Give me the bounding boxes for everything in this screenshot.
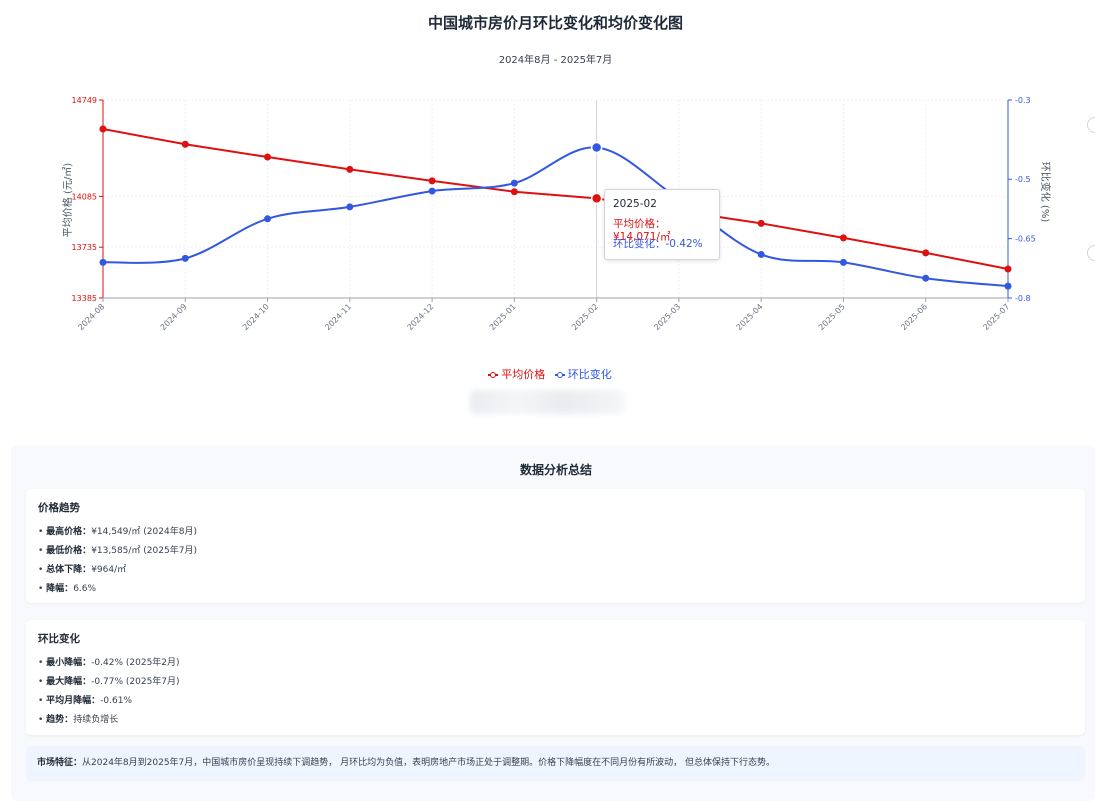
y-tick-label-right: -0.65 <box>1015 235 1036 244</box>
data-point-price <box>264 153 272 161</box>
y-axis-left-title: 平均价格 (元/㎡) <box>61 163 74 237</box>
data-point-price <box>346 165 354 173</box>
x-tick-label: 2024-08 <box>76 302 106 332</box>
summary-title: 数据分析总结 <box>519 463 592 477</box>
data-point-mom <box>181 254 189 262</box>
data-point-mom <box>757 250 765 258</box>
legend-item-price[interactable]: 平均价格 <box>488 366 545 382</box>
price-trend-card: 价格趋势 • 最高价格：¥14,549/㎡ (2024年8月) • 最低价格：¥… <box>26 489 1085 603</box>
data-point-price <box>181 140 189 148</box>
y-tick-label-left: 14749 <box>72 96 97 105</box>
list-item: • 最小降幅：-0.42% (2025年2月) <box>38 658 180 668</box>
y-tick-label-right: -0.3 <box>1015 96 1031 105</box>
data-point-price <box>839 234 847 242</box>
chart-subtitle: 2024年8月 - 2025年7月 <box>498 55 613 66</box>
data-point-price <box>510 188 518 196</box>
legend-label-price: 平均价格 <box>501 368 546 381</box>
data-point-mom <box>428 187 436 195</box>
data-point-price <box>757 219 765 227</box>
x-tick-label: 2024-10 <box>241 302 271 332</box>
y-tick-label-right: -0.8 <box>1015 294 1031 303</box>
x-tick-label: 2024-12 <box>405 302 435 332</box>
data-point-price <box>99 125 107 133</box>
x-tick-label: 2024-11 <box>323 302 353 332</box>
list-item: • 最低价格：¥13,585/㎡ (2025年7月) <box>38 546 197 556</box>
list-item: • 降幅：6.6% <box>38 584 97 594</box>
legend-line-marker-icon <box>488 372 499 378</box>
price-trend-title: 价格趋势 <box>38 502 80 514</box>
y-tick-label-left: 13735 <box>72 243 97 252</box>
data-point-mom <box>922 274 930 282</box>
list-item: • 趋势：持续负增长 <box>38 715 119 725</box>
summary-panel: 数据分析总结 价格趋势 • 最高价格：¥14,549/㎡ (2024年8月) •… <box>11 445 1095 801</box>
y-tick-label-left: 14085 <box>72 192 97 201</box>
data-point-mom <box>264 215 272 223</box>
y-tick-label-left: 13385 <box>72 294 97 303</box>
legend-item-mom[interactable]: 环比变化 <box>554 366 612 382</box>
x-tick-label: 2025-06 <box>899 302 929 332</box>
list-item: • 平均月降幅：-0.61% <box>38 696 133 706</box>
data-point-price <box>590 192 603 205</box>
list-item: • 总体下降：¥964/㎡ <box>38 565 127 575</box>
x-tick-label: 2025-02 <box>570 302 600 332</box>
tooltip-price: 平均价格：¥14,071/㎡ <box>613 218 671 243</box>
tooltip-title: 2025-02 <box>613 198 657 210</box>
x-tick-label: 2025-07 <box>981 302 1011 332</box>
tooltip-mom: 环比变化：-0.42% <box>613 238 703 250</box>
data-point-mom <box>1004 282 1012 290</box>
legend-label-mom: 环比变化 <box>567 368 612 381</box>
list-item: • 最高价格：¥14,549/㎡ (2024年8月) <box>38 527 197 537</box>
series-line-price <box>102 128 1009 270</box>
chart-title: 中国城市房价月环比变化和均价变化图 <box>427 14 683 32</box>
x-tick-label: 2025-03 <box>652 302 682 332</box>
data-point-mom <box>346 203 354 211</box>
x-tick-label: 2025-05 <box>817 302 847 332</box>
data-point-price <box>1004 265 1012 273</box>
x-tick-label: 2025-04 <box>735 302 765 332</box>
market-note: 市场特征：从2024年8月到2025年7月，中国城市房价呈现持续下调趋势， 月环… <box>26 746 1085 781</box>
data-point-price <box>428 177 436 185</box>
x-tick-label: 2024-09 <box>159 302 189 332</box>
mom-change-title: 环比变化 <box>38 633 80 645</box>
data-point-mom <box>510 179 518 187</box>
blurred-placeholder <box>470 390 625 414</box>
series-line-mom <box>102 146 1009 288</box>
list-item: • 最大降幅：-0.77% (2025年7月) <box>38 677 180 687</box>
chart-tooltip: 2025-02 平均价格：¥14,071/㎡ 环比变化：-0.42% <box>604 189 720 260</box>
x-tick-label: 2025-01 <box>488 302 518 332</box>
y-tick-label-right: -0.5 <box>1015 175 1031 184</box>
data-point-mom <box>99 258 107 266</box>
line-chart: 14749 14085 13735 13385 -0.3 -0.5 -0.65 -0.8 202… <box>61 96 1052 332</box>
mom-change-card: 环比变化 • 最小降幅：-0.42% (2025年2月) • 最大降幅：-0.7… <box>26 620 1085 735</box>
y-axis-right-title: 环比变化 (%) <box>1039 162 1052 223</box>
data-point-mom <box>590 141 603 154</box>
data-point-price <box>922 249 930 257</box>
chart-legend: 平均价格 环比变化 <box>0 366 1095 382</box>
data-point-mom <box>839 258 847 266</box>
legend-line-marker-icon <box>554 372 565 378</box>
